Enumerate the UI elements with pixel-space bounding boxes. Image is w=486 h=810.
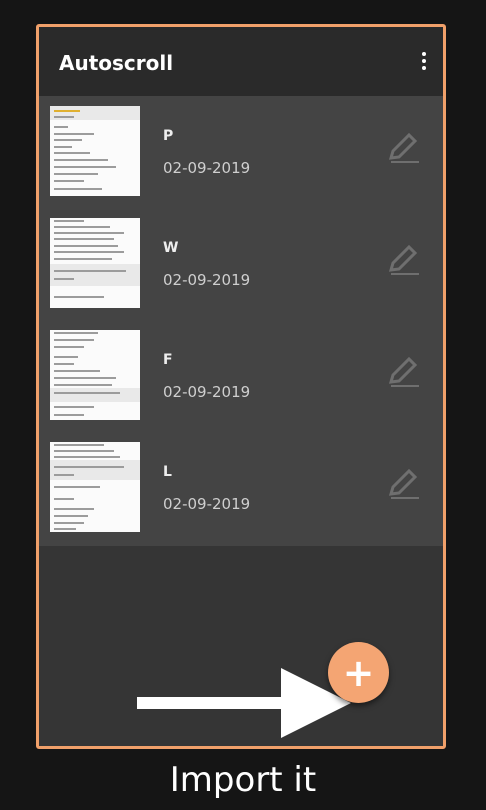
song-thumbnail (50, 442, 140, 532)
song-date: 02-09-2019 (163, 271, 251, 289)
song-title: F (163, 352, 173, 368)
edit-pencil-icon[interactable] (385, 130, 421, 166)
song-title: L (163, 464, 172, 480)
more-options-icon[interactable] (419, 52, 429, 76)
song-list-item[interactable]: F 02-09-2019 (39, 320, 443, 432)
edit-pencil-icon[interactable] (385, 242, 421, 278)
song-title: P (163, 128, 174, 144)
song-thumbnail (50, 106, 140, 196)
song-thumbnail (50, 330, 140, 420)
song-list: P 02-09-2019 W 02-09-2019 F 02-09-2019 L… (39, 96, 443, 546)
song-title: W (163, 240, 179, 256)
song-date: 02-09-2019 (163, 159, 251, 177)
song-list-item[interactable]: W 02-09-2019 (39, 208, 443, 320)
app-bar: Autoscroll (39, 27, 443, 96)
phone-frame: Autoscroll P 02-09-2019 W 02-09-2019 F 0… (36, 24, 446, 749)
song-date: 02-09-2019 (163, 495, 251, 513)
song-thumbnail (50, 218, 140, 308)
caption-text: Import it (169, 760, 317, 800)
app-title: Autoscroll (59, 51, 174, 75)
arrow-right-icon (137, 668, 351, 742)
song-date: 02-09-2019 (163, 383, 251, 401)
song-list-item[interactable]: L 02-09-2019 (39, 432, 443, 544)
edit-pencil-icon[interactable] (385, 354, 421, 390)
song-list-item[interactable]: P 02-09-2019 (39, 96, 443, 208)
edit-pencil-icon[interactable] (385, 466, 421, 502)
add-song-button[interactable]: + (328, 642, 389, 703)
